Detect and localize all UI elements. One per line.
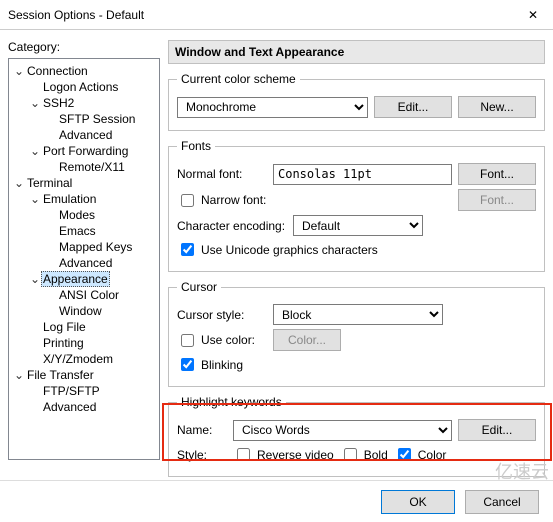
tree-item-mapped-keys[interactable]: Mapped Keys <box>45 239 157 255</box>
expand-icon[interactable]: ⌄ <box>29 95 41 111</box>
tree-item-remote-x11[interactable]: Remote/X11 <box>45 159 157 175</box>
tree-item-appearance[interactable]: ⌄Appearance ANSI Color Window <box>29 271 157 319</box>
expand-icon[interactable]: ⌄ <box>13 175 25 191</box>
title-bar: Session Options - Default ✕ <box>0 0 553 30</box>
hl-edit-button[interactable]: Edit... <box>458 419 536 441</box>
category-label: Category: <box>8 40 160 54</box>
hl-name-label: Name: <box>177 423 227 437</box>
tree-item-xyzmodem[interactable]: X/Y/Zmodem <box>29 351 157 367</box>
close-icon[interactable]: ✕ <box>521 8 545 22</box>
section-title: Window and Text Appearance <box>168 40 545 64</box>
use-color-checkbox[interactable] <box>181 334 194 347</box>
new-scheme-button[interactable]: New... <box>458 96 536 118</box>
color-scheme-select[interactable]: Monochrome <box>177 97 368 118</box>
normal-font-display <box>273 164 452 185</box>
tree-item-window[interactable]: Window <box>45 303 157 319</box>
tree-item-ssh2-advanced[interactable]: Advanced <box>45 127 157 143</box>
expand-icon[interactable]: ⌄ <box>29 143 41 159</box>
expand-icon[interactable]: ⌄ <box>13 63 25 79</box>
dialog-footer: OK Cancel <box>0 480 553 522</box>
category-tree[interactable]: ⌄Connection Logon Actions ⌄SSH2 SFTP Ses… <box>8 58 160 460</box>
cursor-legend: Cursor <box>177 280 221 294</box>
cancel-button[interactable]: Cancel <box>465 490 539 514</box>
blinking-checkbox[interactable] <box>181 358 194 371</box>
expand-icon[interactable]: ⌄ <box>29 271 41 287</box>
fonts-legend: Fonts <box>177 139 215 153</box>
tree-item-ftp-sftp[interactable]: FTP/SFTP <box>29 383 157 399</box>
encoding-label: Character encoding: <box>177 219 287 233</box>
use-color-label: Use color: <box>201 333 255 347</box>
tree-item-port-forwarding[interactable]: ⌄Port Forwarding Remote/X11 <box>29 143 157 175</box>
color-scheme-legend: Current color scheme <box>177 72 300 86</box>
tree-item-ft-advanced[interactable]: Advanced <box>29 399 157 415</box>
cursor-group: Cursor Cursor style: Block Use color: Co… <box>168 280 545 387</box>
expand-icon[interactable]: ⌄ <box>13 367 25 383</box>
tree-item-printing[interactable]: Printing <box>29 335 157 351</box>
hl-style-label: Style: <box>177 448 227 462</box>
blinking-label: Blinking <box>201 358 243 372</box>
tree-item-modes[interactable]: Modes <box>45 207 157 223</box>
ok-button[interactable]: OK <box>381 490 455 514</box>
highlight-legend: Highlight keywords <box>177 395 286 409</box>
cursor-style-label: Cursor style: <box>177 308 267 322</box>
unicode-graphics-label: Use Unicode graphics characters <box>201 243 378 257</box>
expand-icon[interactable]: ⌄ <box>29 191 41 207</box>
tree-item-connection[interactable]: ⌄Connection Logon Actions ⌄SSH2 SFTP Ses… <box>13 63 157 175</box>
reverse-video-checkbox[interactable] <box>237 448 250 461</box>
dialog-content: Category: ⌄Connection Logon Actions ⌄SSH… <box>0 30 553 460</box>
encoding-select[interactable]: Default <box>293 215 423 236</box>
tree-item-sftp-session[interactable]: SFTP Session <box>45 111 157 127</box>
color-scheme-group: Current color scheme Monochrome Edit... … <box>168 72 545 131</box>
tree-item-file-transfer[interactable]: ⌄File Transfer FTP/SFTP Advanced <box>13 367 157 415</box>
tree-item-log-file[interactable]: Log File <box>29 319 157 335</box>
tree-item-emacs[interactable]: Emacs <box>45 223 157 239</box>
bold-checkbox[interactable] <box>344 448 357 461</box>
unicode-graphics-checkbox[interactable] <box>181 243 194 256</box>
color-checkbox[interactable] <box>398 448 411 461</box>
settings-panel: Window and Text Appearance Current color… <box>168 40 545 460</box>
narrow-font-checkbox[interactable] <box>181 194 194 207</box>
fonts-group: Fonts Normal font: Font... Narrow font: … <box>168 139 545 272</box>
hl-name-select[interactable]: Cisco Words <box>233 420 452 441</box>
category-panel: Category: ⌄Connection Logon Actions ⌄SSH… <box>8 40 160 460</box>
window-title: Session Options - Default <box>8 8 521 22</box>
tree-item-ssh2[interactable]: ⌄SSH2 SFTP Session Advanced <box>29 95 157 143</box>
tree-item-terminal[interactable]: ⌄Terminal ⌄Emulation Modes Emacs Mapped … <box>13 175 157 367</box>
normal-font-label: Normal font: <box>177 167 267 181</box>
cursor-color-button: Color... <box>273 329 341 351</box>
cursor-style-select[interactable]: Block <box>273 304 443 325</box>
highlight-keywords-group: Highlight keywords Name: Cisco Words Edi… <box>168 395 545 477</box>
narrow-font-button: Font... <box>458 189 536 211</box>
tree-item-emu-advanced[interactable]: Advanced <box>45 255 157 271</box>
edit-scheme-button[interactable]: Edit... <box>374 96 452 118</box>
tree-item-logon-actions[interactable]: Logon Actions <box>29 79 157 95</box>
tree-item-emulation[interactable]: ⌄Emulation Modes Emacs Mapped Keys Advan… <box>29 191 157 271</box>
normal-font-button[interactable]: Font... <box>458 163 536 185</box>
tree-item-ansi-color[interactable]: ANSI Color <box>45 287 157 303</box>
narrow-font-label: Narrow font: <box>201 193 266 207</box>
